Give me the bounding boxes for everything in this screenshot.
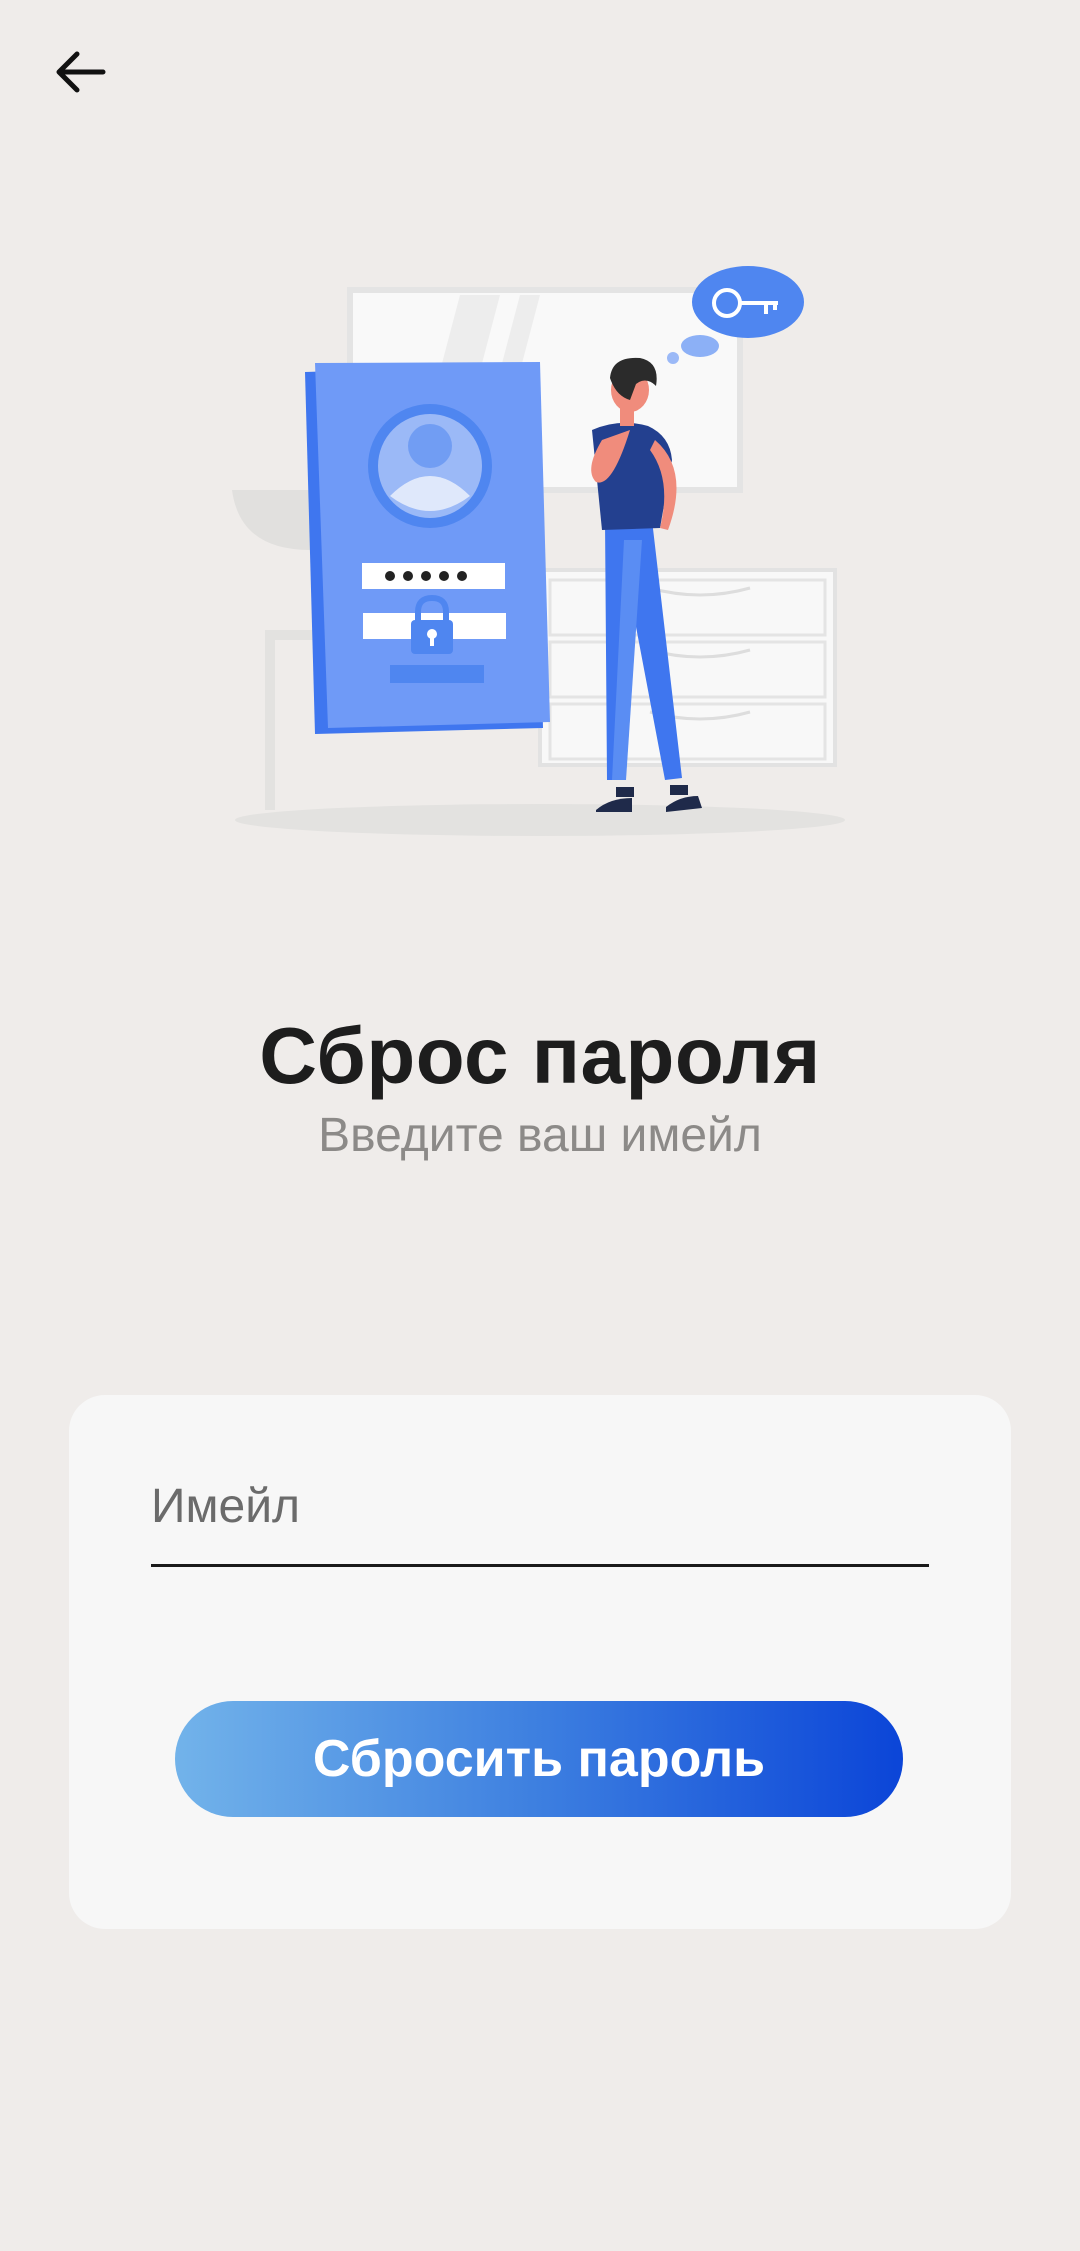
page-subtitle: Введите ваш имейл: [318, 1109, 762, 1162]
page-title: Сброс пароля: [259, 1011, 821, 1100]
arrow-left-icon: [56, 51, 106, 93]
password-reset-illustration: [200, 250, 880, 850]
back-button[interactable]: [40, 36, 120, 108]
reset-form-card: Сбросить пароль: [69, 1395, 1011, 1929]
email-field[interactable]: [151, 1467, 929, 1567]
reset-password-button[interactable]: Сбросить пароль: [175, 1701, 903, 1817]
